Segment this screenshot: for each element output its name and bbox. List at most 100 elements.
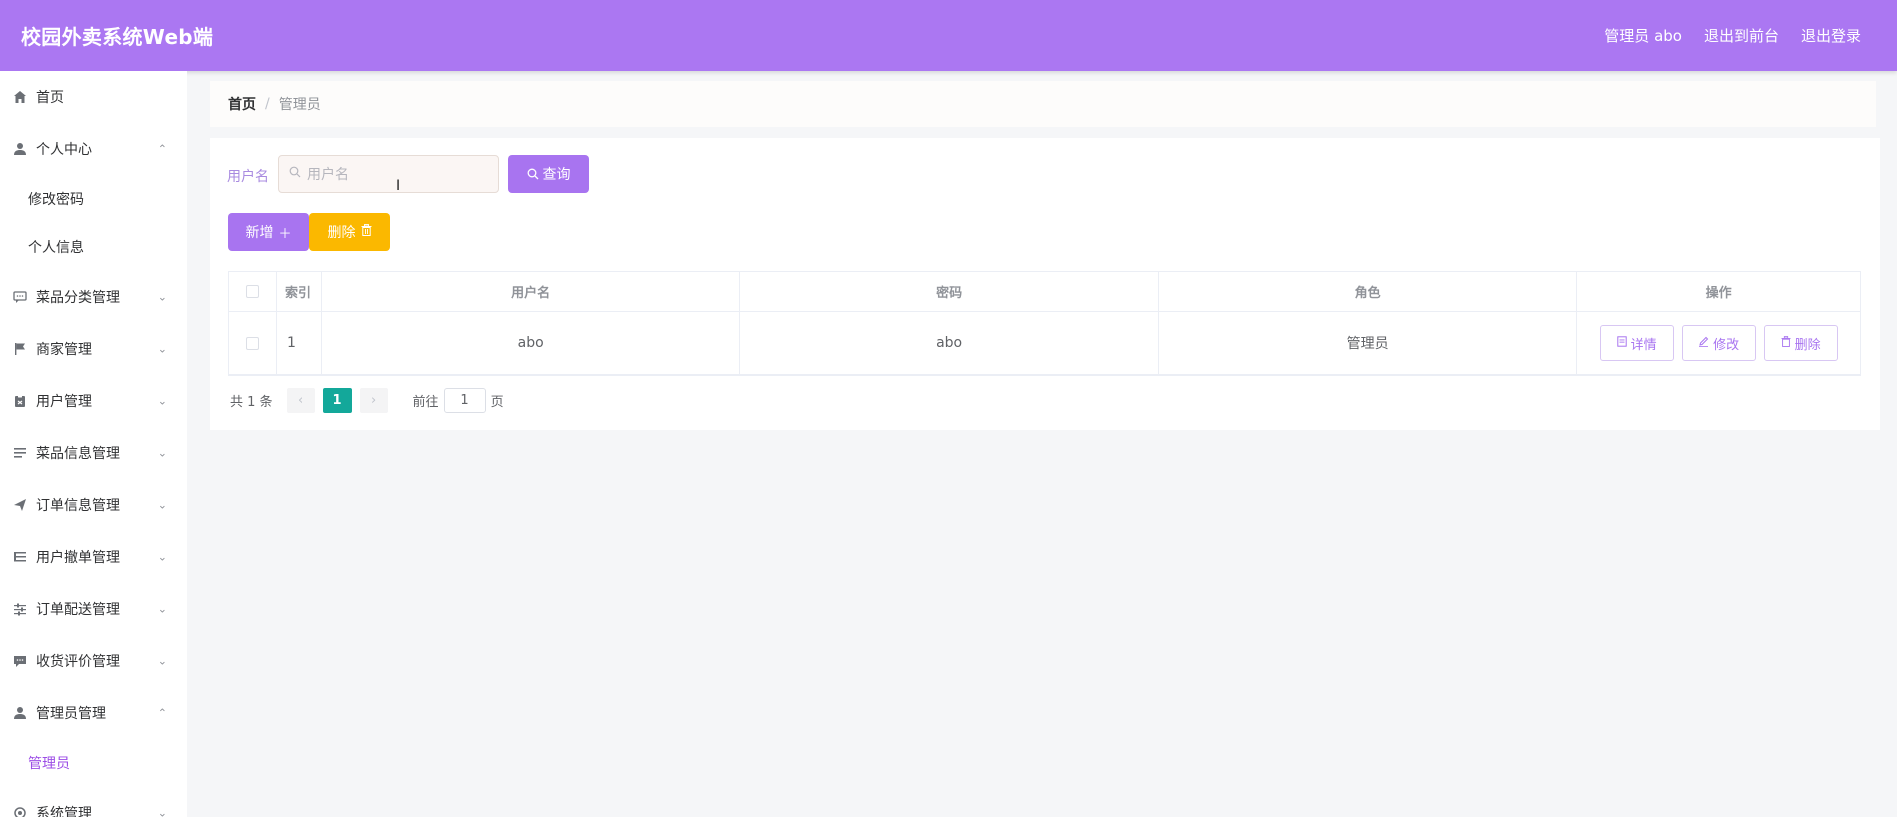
sidebar-subitem-personal-info[interactable]: 个人信息 bbox=[0, 223, 187, 271]
current-user-label: 管理员 abo bbox=[1604, 27, 1682, 45]
top-header: 校园外卖系统Web端 管理员 abo 退出到前台 退出登录 bbox=[0, 0, 1897, 71]
pagination: 共 1 条 ‹ 1 › 前往 1 页 bbox=[230, 388, 504, 413]
search-icon bbox=[527, 168, 539, 180]
trash-icon bbox=[1781, 336, 1791, 350]
sidebar-item-label: 首页 bbox=[36, 90, 64, 106]
page-number-button[interactable]: 1 bbox=[322, 388, 352, 413]
chevron-down-icon: ⌄ bbox=[157, 342, 167, 356]
sidebar-item-label: 商家管理 bbox=[36, 342, 92, 358]
clipboard-icon bbox=[12, 393, 28, 409]
search-input[interactable]: 用户名 bbox=[278, 155, 499, 193]
column-header-password: 密码 bbox=[740, 272, 1159, 311]
send-icon bbox=[12, 497, 28, 513]
document-icon bbox=[1616, 336, 1627, 350]
chevron-down-icon: ⌄ bbox=[157, 806, 167, 817]
row-actions: 详情 修改 删除 bbox=[1577, 312, 1860, 374]
table-row: 1 abo abo 管理员 详情 修改 删除 bbox=[229, 312, 1860, 375]
pagination-total: 共 1 条 bbox=[230, 395, 273, 410]
text-cursor-icon: I bbox=[396, 178, 401, 194]
plus-icon: ＋ bbox=[278, 226, 292, 242]
sidebar-item-order-cancel[interactable]: 用户撤单管理 ⌄ bbox=[0, 531, 187, 583]
sidebar-item-order-info[interactable]: 订单信息管理 ⌄ bbox=[0, 479, 187, 531]
detail-button[interactable]: 详情 bbox=[1599, 325, 1674, 361]
goto-page-input[interactable]: 1 bbox=[443, 388, 486, 413]
chevron-up-icon: ⌃ bbox=[157, 706, 167, 720]
query-button[interactable]: 查询 bbox=[508, 155, 589, 193]
header-actions: 管理员 abo 退出到前台 退出登录 bbox=[1582, 25, 1861, 46]
logout-link[interactable]: 退出登录 bbox=[1801, 25, 1861, 46]
sidebar-item-label: 收货评价管理 bbox=[36, 654, 120, 670]
column-header-role: 角色 bbox=[1159, 272, 1578, 311]
sidebar-subitem-change-password[interactable]: 修改密码 bbox=[0, 175, 187, 223]
sidebar-item-personal-center[interactable]: 个人中心 ⌃ bbox=[0, 123, 187, 175]
exit-to-front-link[interactable]: 退出到前台 bbox=[1704, 25, 1779, 46]
chat-icon bbox=[12, 289, 28, 305]
select-all-checkbox[interactable] bbox=[245, 285, 259, 298]
search-label: 用户名 bbox=[227, 169, 269, 185]
breadcrumb: 首页 / 管理员 bbox=[210, 81, 1876, 127]
row-role: 管理员 bbox=[1159, 312, 1578, 374]
row-password: abo bbox=[740, 312, 1159, 374]
sidebar-item-label: 用户撤单管理 bbox=[36, 550, 120, 566]
query-button-label: 查询 bbox=[542, 167, 571, 183]
sidebar-item-label: 订单信息管理 bbox=[36, 498, 120, 514]
app-title: 校园外卖系统Web端 bbox=[21, 25, 214, 49]
select-all-cell bbox=[229, 272, 277, 311]
sidebar-item-label: 菜品信息管理 bbox=[36, 446, 120, 462]
chevron-right-icon: › bbox=[370, 393, 377, 408]
chevron-left-icon: ‹ bbox=[297, 393, 304, 408]
breadcrumb-current: 管理员 bbox=[278, 97, 321, 113]
sidebar-item-system[interactable]: 系统管理 ⌄ bbox=[0, 787, 187, 817]
user-icon bbox=[12, 141, 28, 157]
user-icon bbox=[12, 705, 28, 721]
sidebar-item-label: 管理员管理 bbox=[36, 706, 106, 722]
sidebar-item-user-management[interactable]: 用户管理 ⌄ bbox=[0, 375, 187, 427]
sidebar-item-admin-management[interactable]: 管理员管理 ⌃ bbox=[0, 687, 187, 739]
sidebar-subitem-admin[interactable]: 管理员 bbox=[0, 739, 187, 787]
admin-table: 索引 用户名 密码 角色 操作 1 abo abo 管理员 详情 修改 删除 bbox=[228, 271, 1861, 376]
chevron-down-icon: ⌄ bbox=[157, 498, 167, 512]
delete-button-label: 删除 bbox=[1794, 337, 1821, 353]
row-username: abo bbox=[322, 312, 741, 374]
sidebar-item-home[interactable]: 首页 bbox=[0, 71, 187, 123]
home-icon bbox=[12, 89, 28, 105]
row-checkbox[interactable] bbox=[245, 336, 259, 350]
search-placeholder: 用户名 bbox=[307, 167, 349, 183]
column-header-index: 索引 bbox=[277, 272, 322, 311]
trash-icon bbox=[361, 224, 372, 240]
column-header-username: 用户名 bbox=[322, 272, 741, 311]
sidebar-item-dish-category[interactable]: 菜品分类管理 ⌄ bbox=[0, 271, 187, 323]
edit-icon bbox=[1698, 336, 1709, 350]
chevron-down-icon: ⌄ bbox=[157, 550, 167, 564]
chevron-down-icon: ⌄ bbox=[157, 394, 167, 408]
next-page-button[interactable]: › bbox=[359, 388, 388, 413]
gear-icon bbox=[12, 805, 28, 817]
sidebar-item-review[interactable]: 收货评价管理 ⌄ bbox=[0, 635, 187, 687]
flag-icon bbox=[12, 341, 28, 357]
chevron-down-icon: ⌄ bbox=[157, 654, 167, 668]
row-index: 1 bbox=[277, 312, 322, 374]
sidebar-item-merchant[interactable]: 商家管理 ⌄ bbox=[0, 323, 187, 375]
sidebar-item-label: 订单配送管理 bbox=[36, 602, 120, 618]
sidebar-item-dish-info[interactable]: 菜品信息管理 ⌄ bbox=[0, 427, 187, 479]
breadcrumb-separator: / bbox=[265, 96, 270, 112]
sidebar-item-order-delivery[interactable]: 订单配送管理 ⌄ bbox=[0, 583, 187, 635]
add-button[interactable]: 新增 ＋ bbox=[228, 213, 309, 251]
row-select-cell bbox=[229, 312, 277, 374]
chevron-up-icon: ⌃ bbox=[157, 142, 167, 156]
sidebar-item-label: 菜品分类管理 bbox=[36, 290, 120, 306]
table-header: 索引 用户名 密码 角色 操作 bbox=[229, 272, 1860, 312]
sidebar-item-label: 个人中心 bbox=[36, 142, 92, 158]
breadcrumb-home[interactable]: 首页 bbox=[228, 94, 256, 114]
add-button-label: 新增 bbox=[245, 225, 274, 241]
page-suffix: 页 bbox=[490, 395, 504, 410]
edit-button[interactable]: 修改 bbox=[1681, 325, 1756, 361]
detail-button-label: 详情 bbox=[1630, 337, 1657, 353]
sidebar-item-label: 系统管理 bbox=[36, 806, 92, 817]
search-icon bbox=[289, 166, 301, 182]
batch-delete-button[interactable]: 删除 bbox=[309, 213, 390, 251]
prev-page-button[interactable]: ‹ bbox=[286, 388, 315, 413]
sidebar: 首页 个人中心 ⌃ 修改密码 个人信息 菜品分类管理 ⌄ 商家管理 ⌄ 用户管理… bbox=[0, 71, 187, 817]
list-icon bbox=[12, 549, 28, 565]
delete-button[interactable]: 删除 bbox=[1763, 325, 1838, 361]
